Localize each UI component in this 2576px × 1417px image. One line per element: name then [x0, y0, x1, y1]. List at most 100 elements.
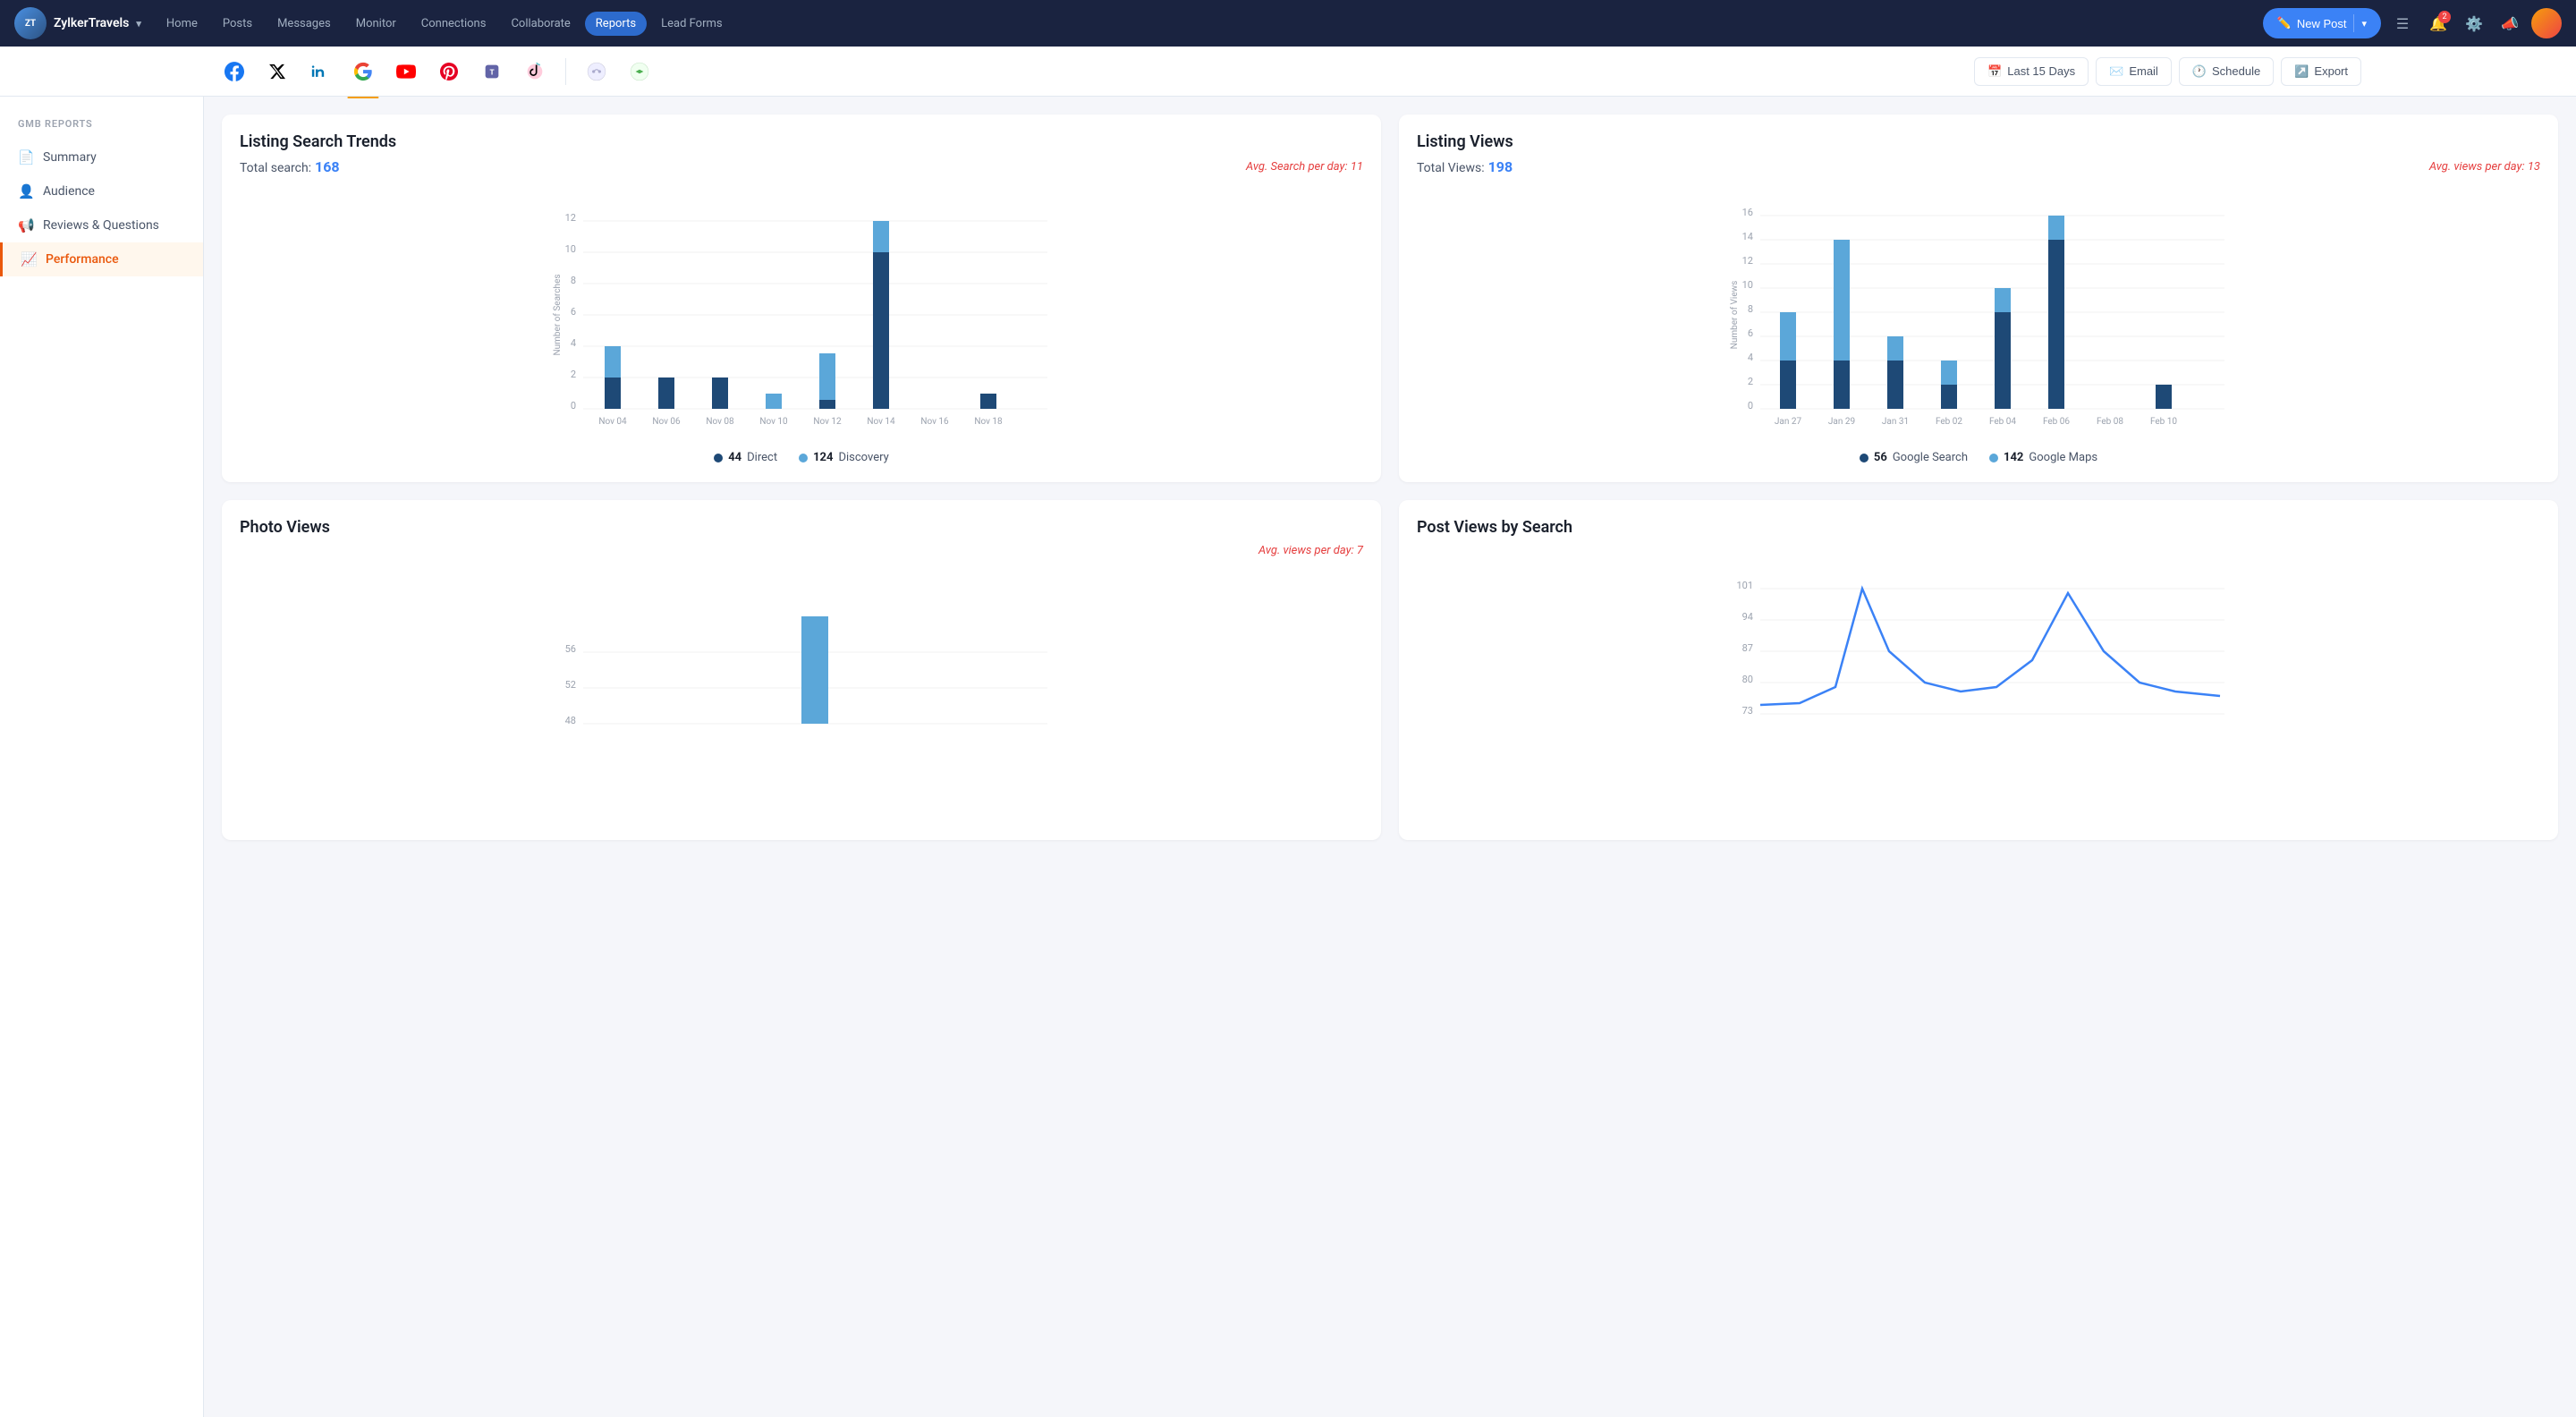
- svg-text:73: 73: [1742, 705, 1753, 717]
- youtube-icon[interactable]: [386, 52, 426, 91]
- listing-search-trends-card: Listing Search Trends Total search: 168 …: [222, 115, 1381, 482]
- sidebar-item-label-audience: Audience: [43, 184, 95, 199]
- performance-icon: 📈: [21, 251, 37, 267]
- svg-text:2: 2: [1748, 376, 1753, 387]
- svg-text:Number of Searches: Number of Searches: [552, 274, 563, 355]
- nav-home[interactable]: Home: [156, 12, 208, 36]
- linkedin-icon[interactable]: [301, 52, 340, 91]
- svg-text:16: 16: [1742, 207, 1753, 218]
- top-navigation: ZT ZylkerTravels ▾ Home Posts Messages M…: [0, 0, 2576, 47]
- svg-text:101: 101: [1736, 580, 1753, 591]
- listing-views-total: Total Views: 198: [1417, 158, 1513, 175]
- legend-google-search: 56 Google Search: [1860, 451, 1968, 464]
- svg-text:0: 0: [1748, 400, 1753, 412]
- listing-search-total: Total search: 168: [240, 158, 340, 175]
- svg-text:Jan 27: Jan 27: [1775, 417, 1802, 427]
- schedule-button[interactable]: 🕐 Schedule: [2179, 57, 2274, 86]
- svg-text:6: 6: [1748, 327, 1753, 339]
- post-views-card: Post Views by Search 73 80 87 94 101: [1399, 500, 2558, 840]
- audience-icon: 👤: [18, 183, 34, 199]
- listing-search-avg: Avg. Search per day: 11: [1246, 160, 1363, 174]
- pen-icon: ✏️: [2277, 16, 2292, 30]
- listing-views-chart: 0 2 4 6 8 10 12 14 16 Number of Views: [1417, 190, 2540, 440]
- buffer-icon[interactable]: [620, 52, 659, 91]
- nav-collaborate[interactable]: Collaborate: [500, 12, 580, 36]
- svg-text:87: 87: [1742, 642, 1753, 654]
- hootsuite-icon[interactable]: [577, 52, 616, 91]
- twitter-x-icon[interactable]: [258, 52, 297, 91]
- sidebar-item-reviews[interactable]: 📢 Reviews & Questions: [0, 208, 203, 242]
- svg-text:Nov 08: Nov 08: [706, 417, 734, 427]
- listing-views-card: Listing Views Total Views: 198 Avg. view…: [1399, 115, 2558, 482]
- new-post-label: New Post: [2297, 17, 2347, 30]
- svg-text:8: 8: [571, 275, 576, 286]
- listing-search-title: Listing Search Trends: [240, 132, 1363, 151]
- listing-search-stats: Total search: 168 Avg. Search per day: 1…: [240, 158, 1363, 175]
- hamburger-menu-button[interactable]: ☰: [2388, 9, 2417, 38]
- nav-reports[interactable]: Reports: [585, 12, 647, 36]
- listing-search-chart: 0 2 4 6 8 10 12 Number of Searches: [240, 190, 1363, 440]
- listing-views-legend: 56 Google Search 142 Google Maps: [1417, 451, 2540, 464]
- google-icon[interactable]: [343, 52, 383, 91]
- svg-text:14: 14: [1742, 231, 1753, 242]
- svg-text:Nov 12: Nov 12: [813, 417, 842, 427]
- svg-text:2: 2: [571, 369, 576, 380]
- sidebar-item-summary[interactable]: 📄 Summary: [0, 140, 203, 174]
- svg-text:Nov 06: Nov 06: [652, 417, 681, 427]
- svg-text:6: 6: [571, 306, 576, 318]
- sidebar-item-label-summary: Summary: [43, 150, 97, 165]
- brand-chevron-icon: ▾: [136, 18, 141, 30]
- microsoft-teams-icon[interactable]: T: [472, 52, 512, 91]
- settings-button[interactable]: ⚙️: [2460, 9, 2488, 38]
- svg-text:Feb 08: Feb 08: [2097, 417, 2123, 427]
- date-range-button[interactable]: 📅 Last 15 Days: [1974, 57, 2089, 86]
- photo-views-stats: Avg. views per day: 7: [240, 544, 1363, 557]
- sidebar: GMB REPORTS 📄 Summary 👤 Audience 📢 Revie…: [0, 97, 204, 1417]
- notification-badge: 2: [2438, 11, 2451, 23]
- export-button[interactable]: ↗️ Export: [2281, 57, 2361, 86]
- post-views-title: Post Views by Search: [1417, 518, 2540, 537]
- email-icon: ✉️: [2109, 64, 2123, 79]
- listing-search-legend: 44 Direct 124 Discovery: [240, 451, 1363, 464]
- sidebar-item-audience[interactable]: 👤 Audience: [0, 174, 203, 208]
- listing-views-stats: Total Views: 198 Avg. views per day: 13: [1417, 158, 2540, 175]
- main-content: Listing Search Trends Total search: 168 …: [204, 97, 2576, 1417]
- notifications-button[interactable]: 🔔 2: [2424, 9, 2453, 38]
- email-button[interactable]: ✉️ Email: [2096, 57, 2172, 86]
- pinterest-icon[interactable]: [429, 52, 469, 91]
- google-maps-dot: [1989, 454, 1998, 462]
- nav-posts[interactable]: Posts: [212, 12, 263, 36]
- svg-text:12: 12: [565, 212, 576, 224]
- calendar-icon: 📅: [1987, 64, 2002, 79]
- tiktok-icon[interactable]: [515, 52, 555, 91]
- main-layout: GMB REPORTS 📄 Summary 👤 Audience 📢 Revie…: [0, 97, 2576, 1417]
- facebook-icon[interactable]: [215, 52, 254, 91]
- sidebar-item-label-reviews: Reviews & Questions: [43, 218, 159, 233]
- nav-connections[interactable]: Connections: [411, 12, 497, 36]
- nav-lead-forms[interactable]: Lead Forms: [650, 12, 733, 36]
- export-icon: ↗️: [2294, 64, 2309, 79]
- brand-icon: ZT: [14, 7, 47, 39]
- svg-text:10: 10: [565, 243, 576, 255]
- brand-logo[interactable]: ZT ZylkerTravels ▾: [14, 7, 141, 39]
- svg-text:Nov 16: Nov 16: [920, 417, 949, 427]
- legend-google-maps: 142 Google Maps: [1989, 451, 2097, 464]
- sidebar-item-performance[interactable]: 📈 Performance: [0, 242, 203, 276]
- nav-monitor[interactable]: Monitor: [345, 12, 407, 36]
- svg-text:Nov 04: Nov 04: [598, 417, 627, 427]
- charts-grid: Listing Search Trends Total search: 168 …: [222, 115, 2558, 840]
- svg-text:10: 10: [1742, 279, 1753, 291]
- announcements-button[interactable]: 📣: [2496, 9, 2524, 38]
- svg-text:0: 0: [571, 400, 576, 412]
- email-label: Email: [2129, 64, 2158, 78]
- nav-messages[interactable]: Messages: [267, 12, 342, 36]
- export-label: Export: [2314, 64, 2348, 78]
- svg-text:Nov 10: Nov 10: [759, 417, 788, 427]
- svg-text:Feb 04: Feb 04: [1989, 417, 2016, 427]
- svg-text:52: 52: [565, 679, 576, 691]
- photo-views-card: Photo Views Avg. views per day: 7 48 52 …: [222, 500, 1381, 840]
- summary-icon: 📄: [18, 149, 34, 165]
- svg-text:Jan 29: Jan 29: [1828, 417, 1855, 427]
- user-avatar[interactable]: [2531, 8, 2562, 38]
- new-post-button[interactable]: ✏️ New Post ▾: [2263, 8, 2381, 38]
